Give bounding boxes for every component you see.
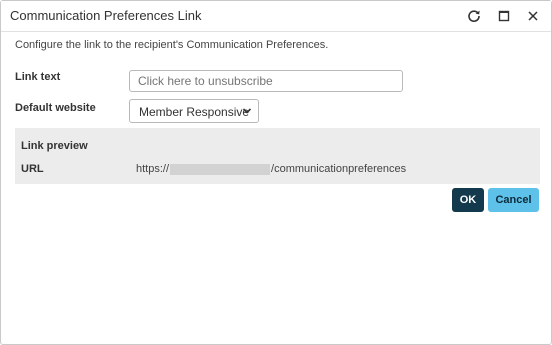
link-preview-panel: Link preview URL https:// /communication… xyxy=(15,128,540,184)
url-suffix: /communicationpreferences xyxy=(271,163,407,175)
close-icon[interactable] xyxy=(522,6,544,26)
refresh-icon[interactable] xyxy=(463,6,485,26)
redacted-domain xyxy=(170,163,271,175)
default-website-label: Default website xyxy=(15,102,96,114)
url-label: URL xyxy=(21,163,44,175)
communication-preferences-dialog: Communication Preferences Link Configure… xyxy=(0,0,552,345)
url-value: https:// /communicationpreferences xyxy=(136,163,406,175)
dialog-title: Communication Preferences Link xyxy=(10,8,202,23)
dialog-titlebar: Communication Preferences Link xyxy=(1,1,551,32)
link-text-input[interactable] xyxy=(129,70,403,92)
cancel-button[interactable]: Cancel xyxy=(488,188,539,212)
link-text-label: Link text xyxy=(15,71,61,83)
url-prefix: https:// xyxy=(136,163,170,175)
link-preview-title: Link preview xyxy=(21,140,88,152)
dialog-description: Configure the link to the recipient's Co… xyxy=(15,39,329,51)
chevron-down-icon xyxy=(242,104,252,121)
default-website-value: Member Responsive xyxy=(139,105,250,119)
ok-button[interactable]: OK xyxy=(452,188,484,212)
maximize-icon[interactable] xyxy=(493,6,515,26)
default-website-select[interactable]: Member Responsive xyxy=(129,99,259,123)
